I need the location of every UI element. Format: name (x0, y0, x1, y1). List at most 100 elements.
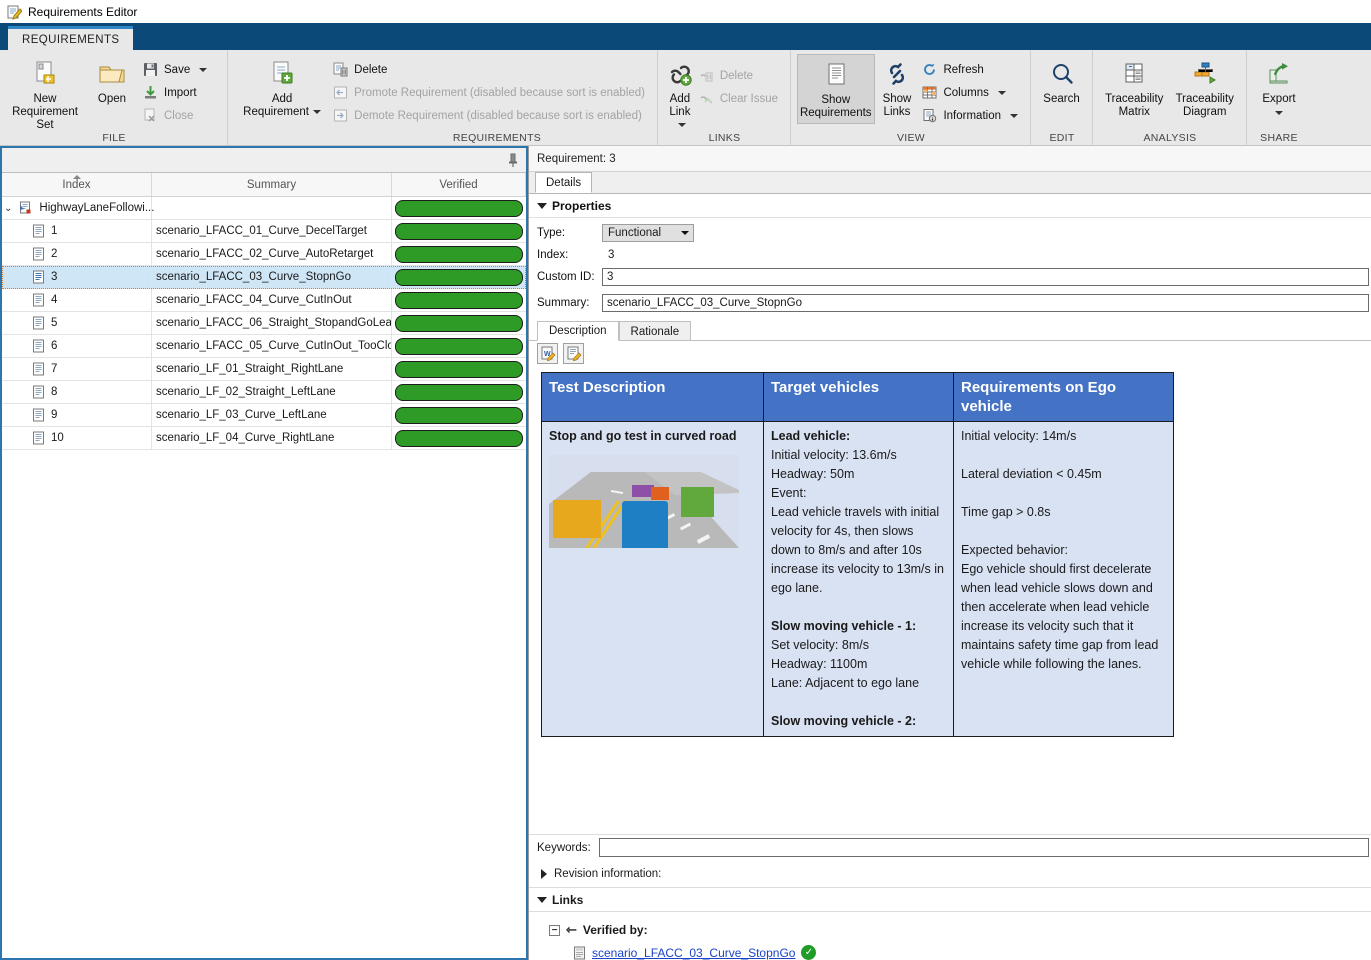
clear-issue-button: Clear Issue (696, 87, 784, 110)
table-row[interactable]: 2 scenario_LFACC_02_Curve_AutoRetarget (2, 243, 526, 266)
row-summary-cell: scenario_LF_01_Straight_RightLane (152, 358, 392, 381)
tab-rationale[interactable]: Rationale (619, 321, 692, 341)
table-row[interactable]: 7 scenario_LF_01_Straight_RightLane (2, 358, 526, 381)
traceability-matrix-label-2: Matrix (1119, 106, 1150, 118)
sort-ascending-icon (73, 175, 81, 179)
chevron-down-icon[interactable] (1010, 114, 1018, 118)
grid-body: ⌄ HighwayLaneFollowi... (2, 197, 526, 958)
table-row-selected[interactable]: 3 scenario_LFACC_03_Curve_StopnGo (2, 266, 526, 289)
links-section-header[interactable]: Links (529, 888, 1371, 912)
properties-section-header[interactable]: Properties (529, 194, 1371, 218)
table-row-root[interactable]: ⌄ HighwayLaneFollowi... (2, 197, 526, 220)
row-index-cell: 6 (2, 335, 152, 358)
target-lead-vehicle-heading: Lead vehicle: (771, 427, 946, 446)
keywords-input[interactable] (599, 838, 1369, 857)
ego-line: Expected behavior: (961, 541, 1166, 560)
save-button[interactable]: Save (140, 58, 213, 81)
save-label: Save (164, 64, 190, 76)
chevron-down-icon[interactable] (678, 123, 686, 127)
row-summary-cell: scenario_LFACC_05_Curve_CutInOut_TooClos… (152, 335, 392, 358)
tab-description[interactable]: Description (537, 321, 619, 341)
custom-id-field[interactable]: 3 (602, 268, 1369, 286)
row-index-cell: 1 (2, 220, 152, 243)
delete-link-label: Delete (720, 70, 753, 82)
column-header-summary[interactable]: Summary (152, 173, 392, 196)
new-document-icon (30, 58, 60, 90)
description-toolbar: W (529, 340, 1371, 366)
show-requirements-label-2: Requirements (800, 107, 872, 119)
summary-field[interactable]: scenario_LFACC_03_Curve_StopnGo (602, 294, 1369, 312)
add-requirement-button[interactable]: Add Requirement (234, 54, 330, 119)
table-row[interactable]: 10 scenario_LF_04_Curve_RightLane (2, 427, 526, 450)
information-button[interactable]: Information (919, 104, 1024, 127)
link-label[interactable]: scenario_LFACC_03_Curve_StopnGo (592, 946, 795, 960)
row-index-label: 1 (51, 225, 57, 237)
close-icon (142, 107, 159, 124)
link-group-verified-by[interactable]: − ⇽ Verified by: (549, 922, 1371, 938)
spacer (771, 693, 946, 712)
table-row[interactable]: 8 scenario_LF_02_Straight_LeftLane (2, 381, 526, 404)
search-button[interactable]: Search (1037, 54, 1086, 106)
chevron-down-icon[interactable] (998, 91, 1006, 95)
table-row[interactable]: 6 scenario_LFACC_05_Curve_CutInOut_TooCl… (2, 335, 526, 358)
link-item[interactable]: scenario_LFACC_03_Curve_StopnGo ✓ (549, 945, 1371, 960)
table-row[interactable]: 5 scenario_LFACC_06_Straight_StopandGoLe… (2, 312, 526, 335)
row-index-label: 9 (51, 409, 57, 421)
chevron-down-icon[interactable] (199, 68, 207, 72)
delete-requirement-button[interactable]: Delete (330, 58, 651, 81)
ribbon-group-requirements: Add Requirement Delete (228, 50, 658, 146)
ego-line: Ego vehicle should first decelerate when… (961, 560, 1166, 674)
column-header-index[interactable]: Index (2, 173, 152, 196)
traceability-matrix-icon (1120, 58, 1148, 90)
show-requirements-button[interactable]: Show Requirements (797, 54, 875, 124)
row-summary-cell: scenario_LFACC_06_Straight_StopandGoLead… (152, 312, 392, 335)
chevron-down-icon[interactable] (313, 110, 321, 114)
demote-requirement-button: Demote Requirement (disabled because sor… (330, 104, 651, 127)
row-summary-cell: scenario_LFACC_01_Curve_DecelTarget (152, 220, 392, 243)
requirement-icon (32, 385, 45, 399)
row-verified-cell (392, 358, 526, 381)
requirement-icon (32, 247, 45, 261)
export-icon (1265, 58, 1293, 90)
tab-requirements[interactable]: REQUIREMENTS (8, 26, 133, 50)
row-summary-cell: scenario_LFACC_04_Curve_CutInOut (152, 289, 392, 312)
tab-details[interactable]: Details (535, 172, 592, 193)
add-link-button[interactable]: Add Link (664, 54, 696, 132)
type-dropdown[interactable]: Functional (602, 224, 694, 242)
refresh-label: Refresh (943, 64, 983, 76)
summary-label: Summary: (537, 297, 602, 309)
traceability-diagram-button[interactable]: Traceability Diagram (1170, 54, 1241, 119)
column-header-verified[interactable]: Verified (392, 173, 526, 196)
edit-document-button[interactable] (563, 343, 584, 364)
window-title: Requirements Editor (28, 5, 137, 19)
cell-target-vehicles: Lead vehicle: Initial velocity: 13.6m/s … (764, 422, 954, 737)
chevron-down-icon (537, 897, 547, 903)
open-in-word-button[interactable]: W (537, 343, 558, 364)
chevron-down-icon[interactable] (1275, 111, 1283, 115)
show-links-button[interactable]: Show Links (875, 54, 920, 119)
traceability-matrix-button[interactable]: Traceability Matrix (1099, 54, 1170, 119)
revision-information-section[interactable]: Revision information: (529, 860, 1371, 888)
expand-collapse-icon[interactable]: ⌄ (4, 203, 12, 214)
add-requirement-label-1: Add (272, 93, 292, 105)
property-row-custom-id: Custom ID: 3 (529, 266, 1371, 288)
refresh-button[interactable]: Refresh (919, 58, 1024, 81)
row-summary-cell: scenario_LF_03_Curve_LeftLane (152, 404, 392, 427)
show-links-label-2: Links (884, 106, 911, 118)
pin-icon[interactable] (507, 153, 519, 167)
columns-button[interactable]: Columns (919, 81, 1024, 104)
new-requirement-set-button[interactable]: New Requirement Set (6, 54, 84, 132)
verified-bar (395, 315, 523, 332)
scenario-thumbnail (549, 455, 739, 548)
target-line: Lane: Adjacent to ego lane (771, 674, 946, 693)
requirement-icon (32, 339, 45, 353)
table-row[interactable]: 1 scenario_LFACC_01_Curve_DecelTarget (2, 220, 526, 243)
table-row[interactable]: 9 scenario_LF_03_Curve_LeftLane (2, 404, 526, 427)
import-button[interactable]: Import (140, 81, 213, 104)
details-scroll-area: Properties Type: Functional Index: 3 Cus… (529, 194, 1371, 960)
table-row[interactable]: 4 scenario_LFACC_04_Curve_CutInOut (2, 289, 526, 312)
promote-requirement-button: Promote Requirement (disabled because so… (330, 81, 651, 104)
open-button[interactable]: Open (84, 54, 140, 106)
collapse-box-icon[interactable]: − (549, 925, 560, 936)
export-button[interactable]: Export (1253, 54, 1305, 119)
